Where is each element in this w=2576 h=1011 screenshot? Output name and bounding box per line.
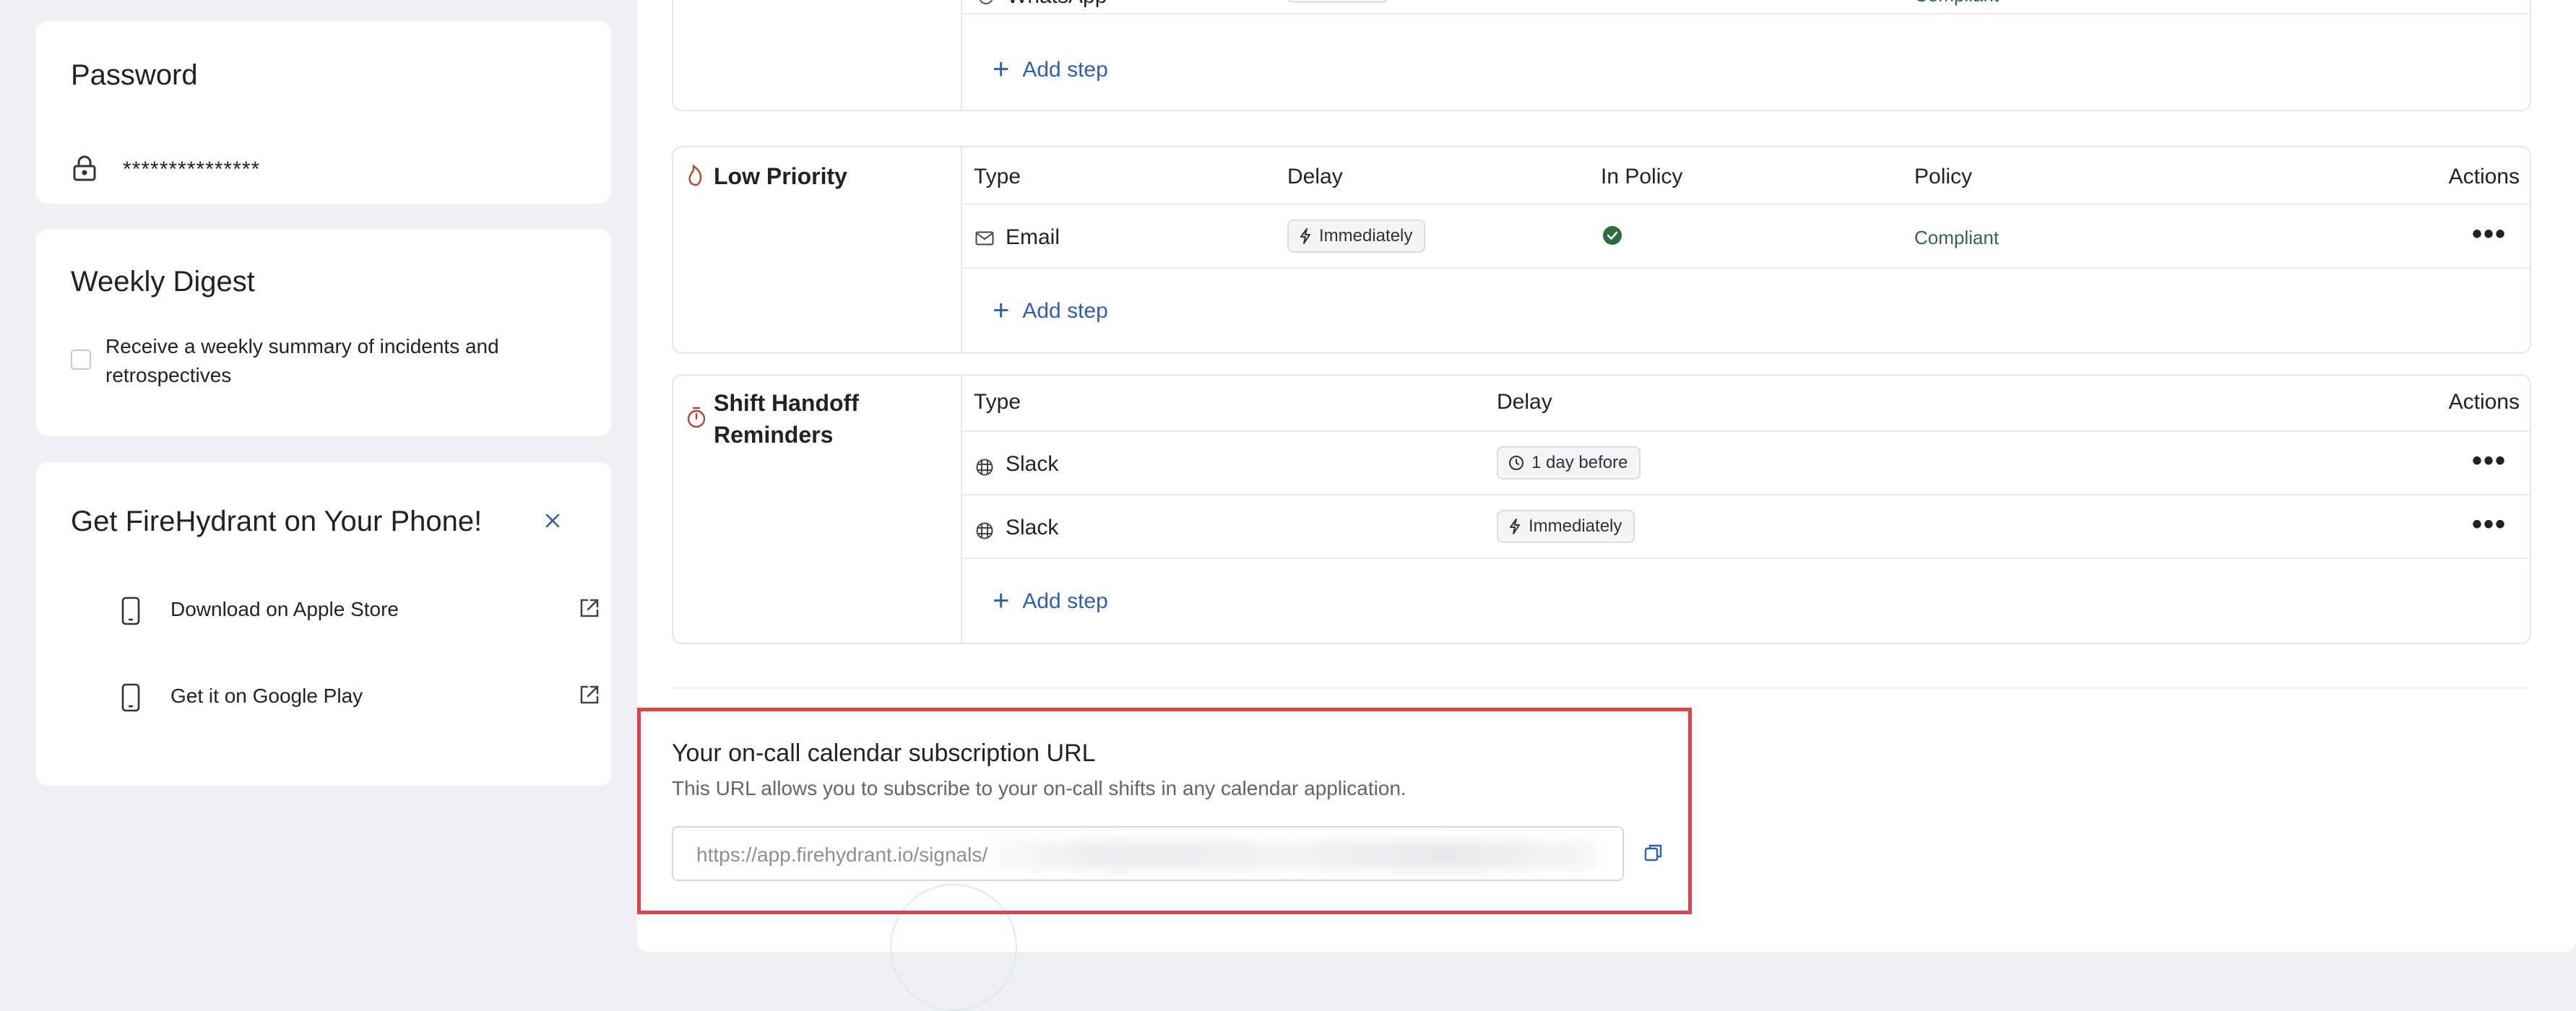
policy-block-shift-handoff: Shift Handoff Reminders Type Delay Actio…	[672, 374, 2531, 644]
password-value: ***************	[123, 157, 261, 181]
col-header-in-policy: In Policy	[1601, 165, 1683, 188]
password-card: Password ***************	[36, 22, 611, 204]
clock-icon	[1509, 456, 1523, 470]
lightning-icon	[1300, 228, 1310, 244]
phone-card-title: Get FireHydrant on Your Phone!	[71, 506, 483, 537]
weekly-digest-card: Weekly Digest Receive a weekly summary o…	[36, 230, 611, 436]
flame-icon	[686, 163, 705, 186]
close-icon[interactable]	[542, 510, 563, 531]
phone-icon	[121, 596, 140, 625]
delay-badge: 1 day before	[1497, 446, 1641, 480]
delay-badge: Immediately	[1497, 510, 1635, 543]
external-link-icon[interactable]	[578, 596, 601, 620]
lightning-icon	[1510, 518, 1520, 534]
mail-icon	[975, 231, 994, 246]
google-play-label: Get it on Google Play	[170, 685, 363, 707]
col-header-policy: Policy	[1914, 165, 1973, 188]
section-divider	[672, 687, 2528, 689]
delay-badge: Immediately	[1287, 220, 1426, 253]
lock-icon	[72, 155, 97, 182]
stopwatch-icon	[686, 406, 706, 429]
add-step-button[interactable]: + Add step	[993, 295, 1108, 327]
weekly-digest-label-line2: retrospectives	[105, 364, 232, 386]
weekly-digest-label-line1: Receive a weekly summary of incidents an…	[105, 335, 499, 357]
more-actions-button[interactable]: •••	[2472, 510, 2507, 539]
highlight-box	[637, 708, 1692, 914]
phone-icon	[121, 683, 140, 712]
col-header-delay: Delay	[1287, 165, 1343, 188]
policy-block-top: WhatsApp Compliant +Add step	[672, 0, 2531, 111]
slack-icon	[975, 521, 994, 540]
policy-block-low-priority: Low Priority Type Delay In Policy Policy…	[672, 146, 2531, 354]
more-actions-button[interactable]: •••	[2472, 220, 2507, 248]
row-type: Slack	[1006, 452, 1059, 476]
shift-handoff-title-line1: Shift Handoff	[714, 390, 859, 416]
partial-delay-badge	[1287, 0, 1388, 3]
weekly-digest-checkbox[interactable]	[71, 350, 91, 370]
slack-icon	[975, 458, 994, 477]
apple-store-item[interactable]: Download on Apple Store	[71, 582, 599, 631]
apple-store-label: Download on Apple Store	[170, 598, 399, 620]
col-header-type: Type	[974, 390, 1021, 414]
col-header-type: Type	[974, 165, 1021, 188]
low-priority-title: Low Priority	[714, 163, 847, 189]
col-header-actions: Actions	[2448, 165, 2520, 188]
add-step-button[interactable]: + Add step	[993, 585, 1108, 617]
partial-policy: Compliant	[1914, 0, 1999, 6]
partial-type: WhatsApp	[1007, 0, 1107, 9]
password-title: Password	[71, 59, 198, 91]
google-play-item[interactable]: Get it on Google Play	[71, 669, 599, 718]
row-type: Email	[1006, 225, 1060, 249]
whatsapp-icon	[977, 0, 995, 9]
shift-handoff-title-line2: Reminders	[714, 422, 834, 448]
check-circle-icon	[1602, 225, 1622, 246]
col-header-delay: Delay	[1497, 390, 1552, 414]
weekly-digest-title: Weekly Digest	[71, 266, 255, 298]
phone-card: Get FireHydrant on Your Phone! Download …	[36, 462, 611, 786]
col-header-actions: Actions	[2448, 390, 2520, 414]
more-actions-button[interactable]: •••	[2472, 446, 2507, 475]
policy-status: Compliant	[1914, 227, 2000, 248]
row-type: Slack	[1006, 516, 1059, 539]
add-step-button[interactable]: + Add step	[993, 53, 1108, 86]
external-link-icon[interactable]	[578, 683, 601, 706]
